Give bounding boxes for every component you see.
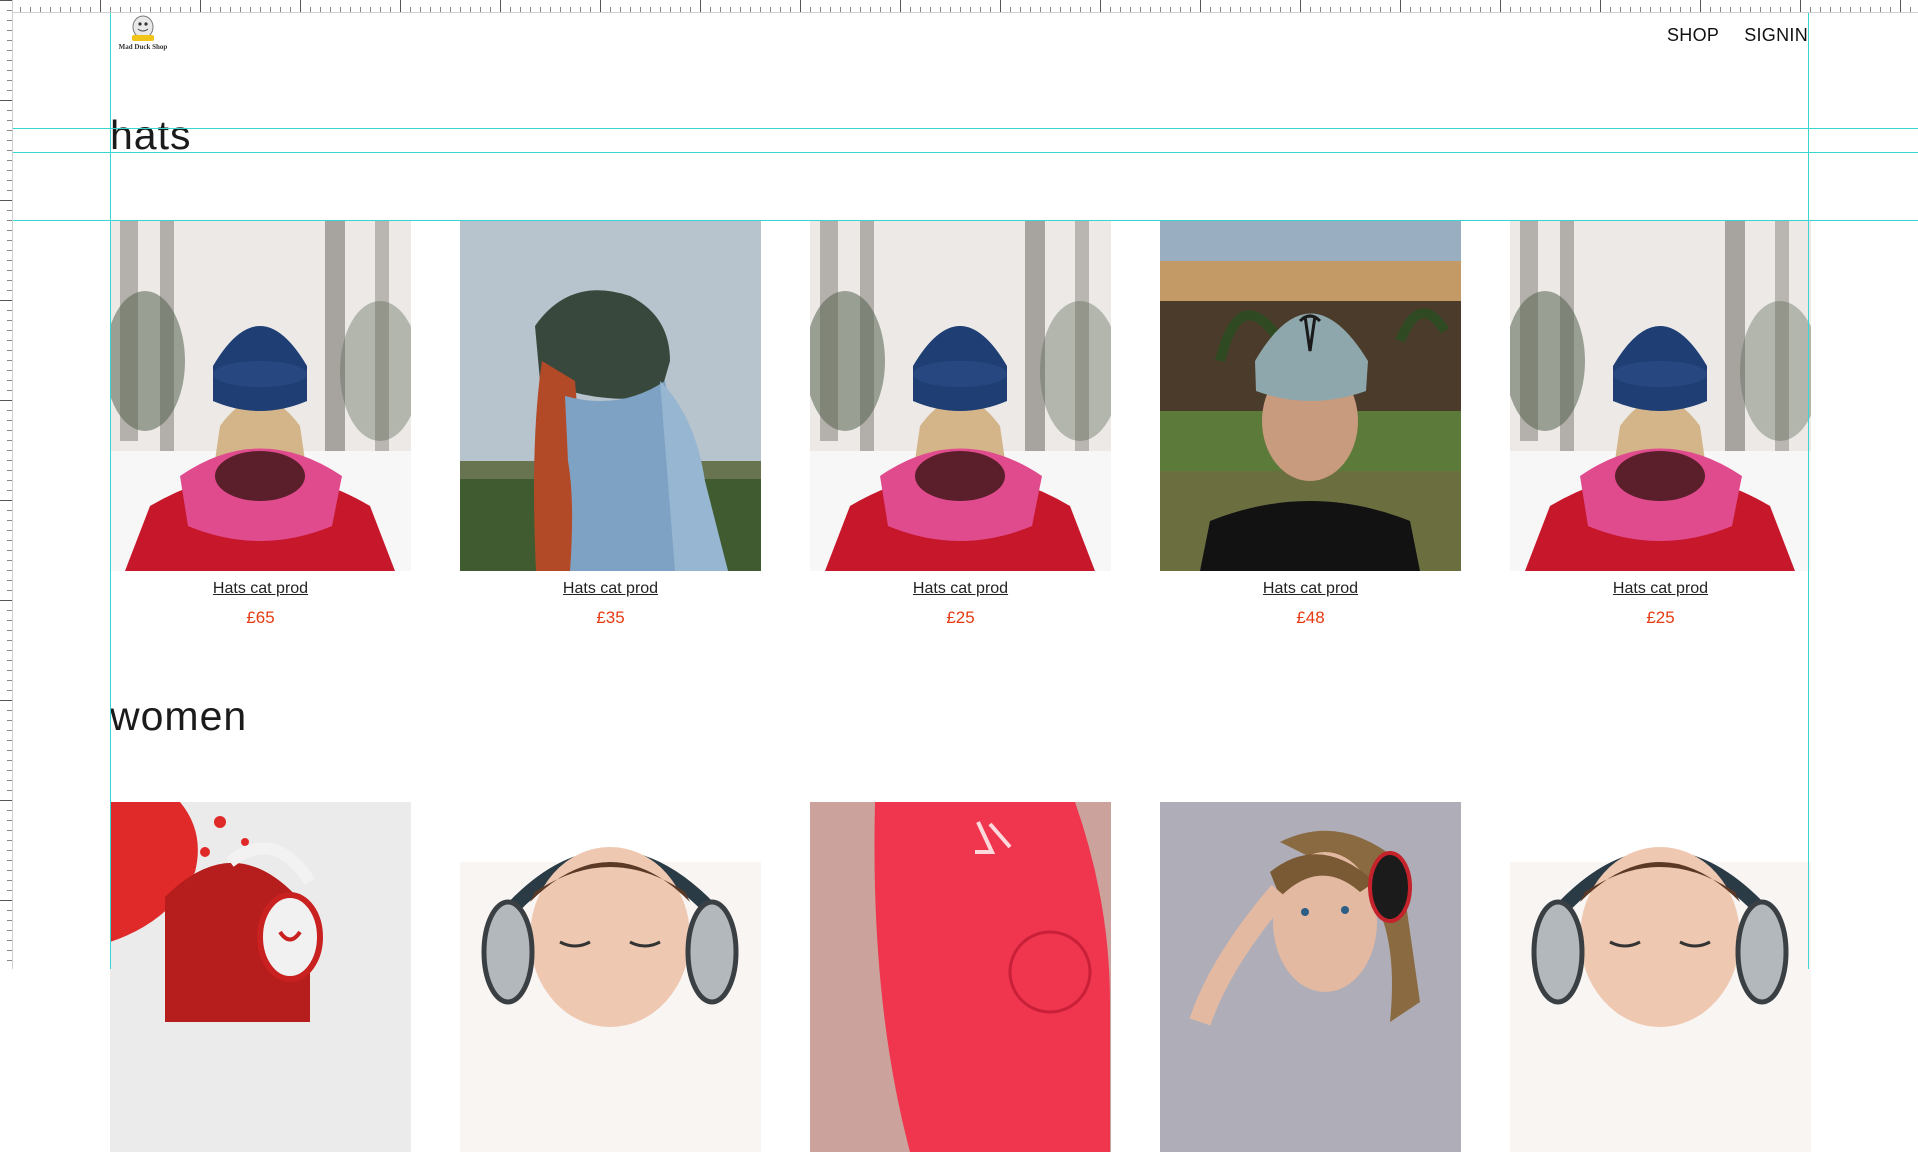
product-grid-hats: Hats cat prod £65 Hats cat prod £35 Hats… — [110, 221, 1811, 628]
product-image-blue-beanie[interactable] — [110, 221, 411, 571]
product-price: £25 — [946, 608, 975, 627]
layout-guide-3 — [0, 220, 1918, 221]
product-card — [810, 802, 1111, 1152]
product-image-green-beanie[interactable] — [460, 221, 761, 571]
main-nav: SHOP SIGNIN — [1667, 25, 1808, 46]
product-name-link[interactable]: Hats cat prod — [563, 580, 658, 598]
horizontal-ruler — [0, 0, 1918, 13]
product-card — [1160, 802, 1461, 1152]
product-name-link[interactable]: Hats cat prod — [1263, 580, 1358, 598]
product-price: £35 — [596, 608, 625, 627]
product-price: £25 — [1646, 608, 1675, 627]
nav-shop-link[interactable]: SHOP — [1667, 25, 1719, 46]
product-card: Hats cat prod £65 — [110, 221, 411, 628]
layout-guide-right — [1808, 0, 1809, 969]
product-name-link[interactable]: Hats cat prod — [1613, 580, 1708, 598]
product-image-red-speaker[interactable] — [810, 802, 1111, 1152]
brand-logo[interactable]: Mad Duck Shop — [117, 14, 169, 58]
product-card — [460, 802, 761, 1152]
product-card — [110, 802, 411, 1152]
product-price: £65 — [246, 608, 275, 627]
product-image-grey-cap[interactable] — [1160, 221, 1461, 571]
product-price: £48 — [1296, 608, 1325, 627]
product-name-link[interactable]: Hats cat prod — [913, 580, 1008, 598]
product-image-woman-black-headphones[interactable] — [1160, 802, 1461, 1152]
layout-guide-1 — [0, 128, 1918, 129]
layout-guide-2 — [0, 152, 1918, 153]
product-name-link[interactable]: Hats cat prod — [213, 580, 308, 598]
product-image-blue-beanie[interactable] — [1510, 221, 1811, 571]
section-title-women: women — [110, 693, 248, 739]
nav-signin-link[interactable]: SIGNIN — [1744, 25, 1808, 46]
product-image-blue-beanie[interactable] — [810, 221, 1111, 571]
brand-name: Mad Duck Shop — [118, 43, 168, 51]
vertical-ruler — [0, 0, 13, 969]
duck-logo-icon — [132, 15, 154, 41]
product-card: Hats cat prod £48 — [1160, 221, 1461, 628]
product-card: Hats cat prod £25 — [810, 221, 1111, 628]
product-grid-women — [110, 802, 1811, 1152]
product-card — [1510, 802, 1811, 1152]
product-card: Hats cat prod £35 — [460, 221, 761, 628]
product-card: Hats cat prod £25 — [1510, 221, 1811, 628]
product-image-red-splash-headphones[interactable] — [110, 802, 411, 1152]
product-image-woman-silver-headphones[interactable] — [460, 802, 761, 1152]
product-image-woman-silver-headphones[interactable] — [1510, 802, 1811, 1152]
layout-guide-left — [110, 0, 111, 969]
